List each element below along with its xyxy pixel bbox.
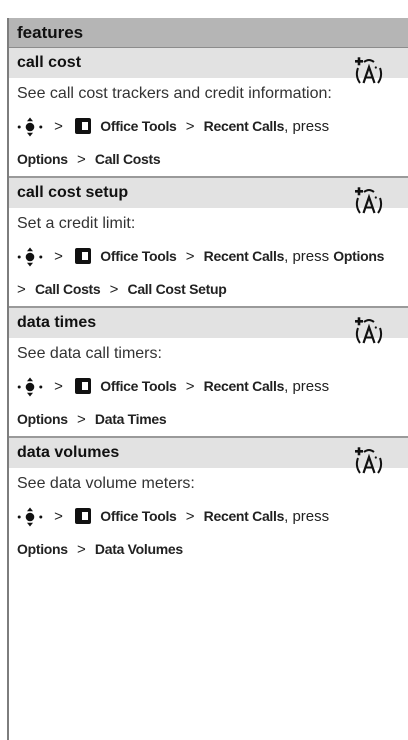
network-feature-icon xyxy=(352,444,386,478)
path-separator: > xyxy=(76,541,86,558)
path-separator: > xyxy=(185,248,195,265)
path-target-item: Data Volumes xyxy=(94,541,183,557)
path-menu-item: Office Tools xyxy=(100,508,177,524)
section-title-text: data volumes xyxy=(17,444,120,461)
path-separator: > xyxy=(54,118,63,135)
section-title: data times xyxy=(9,308,408,338)
path-submenu-item: Recent Calls xyxy=(203,508,285,524)
features-table: features call cost See call cost tracker… xyxy=(7,18,408,740)
section-title-text: data times xyxy=(17,314,97,331)
navigation-key-icon xyxy=(17,117,43,137)
path-options-item: Options xyxy=(17,411,68,427)
table-header: features xyxy=(9,18,408,48)
path-separator: > xyxy=(185,508,195,525)
feature-section-data-times: data times See data call timers: > Offic… xyxy=(9,308,408,438)
menu-key-icon xyxy=(74,507,92,525)
path-target-item-2: Call Cost Setup xyxy=(127,281,227,297)
path-options-item: Options xyxy=(333,248,385,264)
feature-section-data-volumes: data volumes See data volume meters: > O… xyxy=(9,438,408,566)
path-press-text: press xyxy=(292,118,330,135)
navigation-key-icon xyxy=(17,507,43,527)
path-press-text: press xyxy=(292,508,330,525)
section-title-text: call cost setup xyxy=(17,184,129,201)
path-separator: > xyxy=(54,378,63,395)
path-separator: > xyxy=(76,151,86,168)
path-target-item: Call Costs xyxy=(34,281,101,297)
path-separator: > xyxy=(17,281,26,298)
menu-path: > Office Tools > Recent Calls, press Opt… xyxy=(17,117,330,168)
section-description: See data call timers: xyxy=(17,345,162,362)
path-separator: > xyxy=(54,508,63,525)
navigation-key-icon xyxy=(17,247,43,267)
path-separator: > xyxy=(54,248,63,265)
path-separator: > xyxy=(185,378,195,395)
path-separator: > xyxy=(76,411,86,428)
path-menu-item: Office Tools xyxy=(100,118,177,134)
menu-key-icon xyxy=(74,377,92,395)
section-description: See data volume meters: xyxy=(17,475,195,492)
section-title: call cost xyxy=(9,48,408,78)
path-separator: > xyxy=(109,281,119,298)
feature-section-call-cost-setup: call cost setup Set a credit limit: > Of… xyxy=(9,178,408,308)
path-target-item: Data Times xyxy=(94,411,167,427)
network-feature-icon xyxy=(352,54,386,88)
path-press-text: press xyxy=(292,378,330,395)
menu-path: > Office Tools > Recent Calls, press Opt… xyxy=(17,377,330,428)
navigation-key-icon xyxy=(17,377,43,397)
path-submenu-item: Recent Calls xyxy=(203,378,285,394)
section-description: See call cost trackers and credit inform… xyxy=(17,85,332,102)
menu-path: > Office Tools > Recent Calls, press Opt… xyxy=(17,507,330,558)
menu-path: > Office Tools > Recent Calls, press Opt… xyxy=(17,247,385,298)
section-title: data volumes xyxy=(9,438,408,468)
section-title: call cost setup xyxy=(9,178,408,208)
feature-section-call-cost: call cost See call cost trackers and cre… xyxy=(9,48,408,178)
path-submenu-item: Recent Calls xyxy=(203,248,285,264)
path-options-item: Options xyxy=(17,151,68,167)
network-feature-icon xyxy=(352,184,386,218)
path-target-item: Call Costs xyxy=(94,151,161,167)
path-separator: > xyxy=(185,118,195,135)
path-submenu-item: Recent Calls xyxy=(203,118,285,134)
table-header-title: features xyxy=(17,22,84,42)
path-menu-item: Office Tools xyxy=(100,378,177,394)
network-feature-icon xyxy=(352,314,386,348)
path-menu-item: Office Tools xyxy=(100,248,177,264)
path-press-text: press xyxy=(292,248,330,265)
section-title-text: call cost xyxy=(17,54,82,71)
section-description: Set a credit limit: xyxy=(17,215,136,232)
path-options-item: Options xyxy=(17,541,68,557)
menu-key-icon xyxy=(74,247,92,265)
menu-key-icon xyxy=(74,117,92,135)
